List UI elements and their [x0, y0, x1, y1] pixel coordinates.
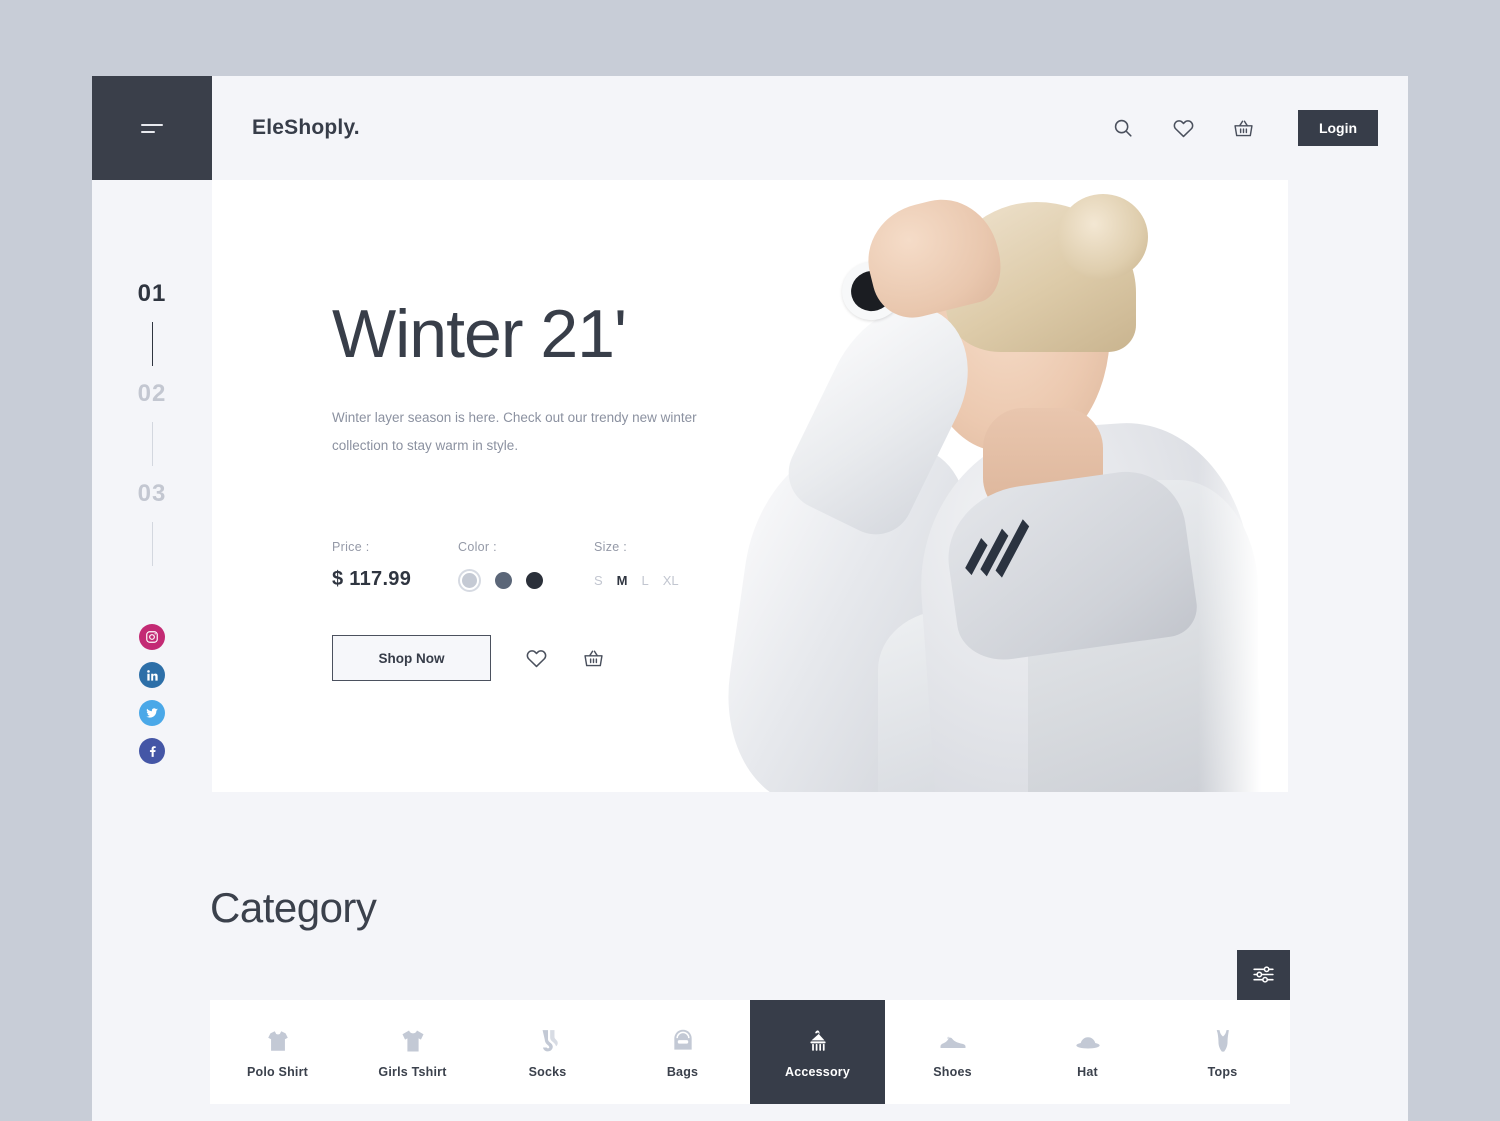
category-label: Girls Tshirt — [378, 1064, 447, 1079]
app-window: EleShoply. Login 01 02 03 Winter 21' Win… — [92, 76, 1408, 1121]
slide-divider-3 — [151, 522, 153, 566]
category-title: Category — [210, 884, 377, 931]
price-group: Price : $ 117.99 — [332, 540, 458, 592]
facebook-icon[interactable] — [139, 738, 165, 764]
category-item-socks[interactable]: Socks — [480, 1000, 615, 1104]
header-actions: Login — [1110, 110, 1378, 146]
hero-title: Winter 21' — [332, 296, 627, 372]
filter-button[interactable] — [1237, 950, 1290, 1003]
color-swatches — [458, 568, 594, 592]
top-icon — [1210, 1026, 1236, 1056]
hero-cta-row: Shop Now — [332, 635, 605, 681]
size-option-m[interactable]: M — [617, 573, 628, 588]
hero-banner: Winter 21' Winter layer season is here. … — [212, 180, 1288, 792]
tshirt-icon — [399, 1026, 427, 1056]
left-rail: 01 02 03 — [92, 180, 212, 1121]
category-item-polo-shirt[interactable]: Polo Shirt — [210, 1000, 345, 1104]
wishlist-heart-icon[interactable] — [525, 647, 548, 670]
shoe-icon — [938, 1026, 968, 1056]
price-label: Price : — [332, 540, 370, 554]
social-links — [92, 624, 212, 764]
category-label: Bags — [666, 1064, 699, 1079]
instagram-icon[interactable] — [139, 624, 165, 650]
category-strip: Polo Shirt Girls Tshirt Socks Bags Acces… — [210, 1000, 1290, 1104]
product-meta: Price : $ 117.99 Color : Size : S M L XL — [332, 540, 679, 592]
model-hair-bun — [1058, 194, 1148, 280]
hero-product-photo — [728, 180, 1288, 792]
category-label: Tops — [1207, 1064, 1238, 1079]
size-options: S M L XL — [594, 568, 679, 592]
hanger-icon — [805, 1026, 831, 1056]
slide-indicator-02[interactable]: 02 — [138, 380, 167, 408]
hamburger-icon — [141, 123, 163, 133]
top-header: EleShoply. Login — [212, 76, 1408, 180]
heart-icon[interactable] — [1170, 115, 1196, 141]
category-item-hat[interactable]: Hat — [1020, 1000, 1155, 1104]
category-item-tops[interactable]: Tops — [1155, 1000, 1290, 1104]
basket-icon[interactable] — [1230, 115, 1256, 141]
size-option-s[interactable]: S — [594, 573, 603, 588]
polo-shirt-icon — [265, 1026, 291, 1056]
price-value: $ 117.99 — [332, 568, 412, 590]
size-option-xl[interactable]: XL — [663, 573, 679, 588]
brand-logo: EleShoply. — [252, 116, 360, 139]
category-label: Shoes — [933, 1064, 972, 1079]
category-item-bags[interactable]: Bags — [615, 1000, 750, 1104]
add-to-cart-basket-icon[interactable] — [582, 647, 605, 670]
color-label: Color : — [458, 540, 497, 554]
color-swatch-1[interactable] — [458, 568, 481, 592]
size-option-l[interactable]: L — [642, 573, 649, 588]
slide-divider-2 — [151, 422, 153, 466]
hero-copy: Winter 21' Winter layer season is here. … — [332, 300, 802, 461]
slide-pagination: 01 02 03 — [92, 280, 212, 580]
bag-icon — [670, 1026, 696, 1056]
slide-indicator-01[interactable]: 01 — [138, 280, 167, 308]
login-button[interactable]: Login — [1298, 110, 1378, 146]
menu-toggle-button[interactable] — [92, 76, 212, 180]
hero-subtitle: Winter layer season is here. Check out o… — [332, 410, 697, 454]
socks-icon — [535, 1026, 561, 1056]
photo-edge-fade — [1198, 180, 1288, 792]
color-group: Color : — [458, 540, 594, 592]
category-label: Polo Shirt — [246, 1064, 309, 1079]
size-label: Size : — [594, 540, 628, 554]
category-label: Accessory — [784, 1064, 851, 1079]
category-item-girls-tshirt[interactable]: Girls Tshirt — [345, 1000, 480, 1104]
twitter-icon[interactable] — [139, 700, 165, 726]
category-label: Socks — [528, 1064, 567, 1079]
color-swatch-2[interactable] — [495, 571, 512, 589]
size-group: Size : S M L XL — [594, 540, 679, 592]
hat-icon — [1074, 1026, 1102, 1056]
shop-now-button[interactable]: Shop Now — [332, 635, 491, 681]
category-item-shoes[interactable]: Shoes — [885, 1000, 1020, 1104]
search-icon[interactable] — [1110, 115, 1136, 141]
linkedin-icon[interactable] — [139, 662, 165, 688]
slide-divider-1 — [151, 322, 153, 366]
color-swatch-3[interactable] — [526, 571, 543, 589]
category-label: Hat — [1077, 1064, 1098, 1079]
category-item-accessory[interactable]: Accessory — [750, 1000, 885, 1104]
slide-indicator-03[interactable]: 03 — [138, 480, 167, 508]
sliders-icon — [1251, 962, 1276, 992]
